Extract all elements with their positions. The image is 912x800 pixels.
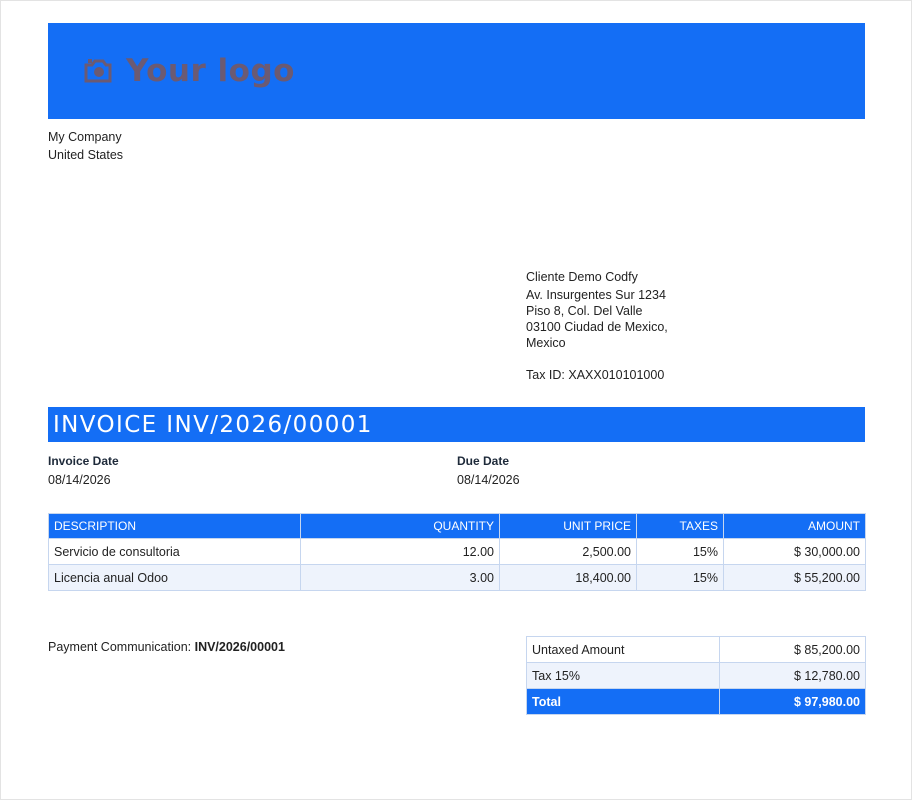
untaxed-row: Untaxed Amount $ 85,200.00 xyxy=(526,636,866,663)
line-quantity: 12.00 xyxy=(300,538,500,565)
company-country: United States xyxy=(48,148,124,162)
tax-value: $ 12,780.00 xyxy=(719,662,866,689)
payment-reference: INV/2026/00001 xyxy=(194,640,285,654)
line-taxes: 15% xyxy=(636,538,724,565)
line-quantity: 3.00 xyxy=(300,564,500,591)
invoice-date-value: 08/14/2026 xyxy=(48,473,111,487)
client-address-line: 03100 Ciudad de Mexico, xyxy=(526,320,668,334)
camera-icon xyxy=(84,59,112,83)
column-header-quantity: QUANTITY xyxy=(300,513,500,539)
client-tax-id: Tax ID: XAXX010101000 xyxy=(526,368,665,382)
logo-text: Your logo xyxy=(126,53,295,89)
client-country: Mexico xyxy=(526,336,566,350)
column-header-amount: AMOUNT xyxy=(723,513,866,539)
invoice-lines-table: DESCRIPTION QUANTITY UNIT PRICE TAXES AM… xyxy=(48,513,866,591)
invoice-title: INVOICE INV/2026/00001 xyxy=(53,411,373,438)
total-label: Total xyxy=(526,688,720,715)
untaxed-label: Untaxed Amount xyxy=(526,636,720,663)
total-value: $ 97,980.00 xyxy=(719,688,866,715)
line-unit-price: 18,400.00 xyxy=(499,564,637,591)
invoice-page: Your logo My Company United States Clien… xyxy=(0,0,912,800)
invoice-title-band: INVOICE INV/2026/00001 xyxy=(48,407,865,442)
table-row: Licencia anual Odoo 3.00 18,400.00 15% $… xyxy=(48,564,866,591)
untaxed-value: $ 85,200.00 xyxy=(719,636,866,663)
column-header-taxes: TAXES xyxy=(636,513,724,539)
due-date-block: Due Date 08/14/2026 xyxy=(457,452,520,490)
payment-label: Payment Communication: xyxy=(48,640,195,654)
tax-row: Tax 15% $ 12,780.00 xyxy=(526,662,866,689)
header-band: Your logo xyxy=(48,23,865,119)
table-row: Servicio de consultoria 12.00 2,500.00 1… xyxy=(48,538,866,565)
total-row: Total $ 97,980.00 xyxy=(526,688,866,715)
invoice-date-block: Invoice Date 08/14/2026 xyxy=(48,452,119,490)
column-header-unit-price: UNIT PRICE xyxy=(499,513,637,539)
company-address: My Company United States xyxy=(48,128,123,164)
line-amount: $ 55,200.00 xyxy=(723,564,866,591)
company-name: My Company xyxy=(48,130,122,144)
line-taxes: 15% xyxy=(636,564,724,591)
column-header-description: DESCRIPTION xyxy=(48,513,301,539)
client-address-line: Piso 8, Col. Del Valle xyxy=(526,304,643,318)
table-header-row: DESCRIPTION QUANTITY UNIT PRICE TAXES AM… xyxy=(48,513,866,539)
payment-communication: Payment Communication: INV/2026/00001 xyxy=(48,640,285,654)
due-date-label: Due Date xyxy=(457,454,510,468)
line-description: Servicio de consultoria xyxy=(48,538,301,565)
totals-table: Untaxed Amount $ 85,200.00 Tax 15% $ 12,… xyxy=(526,636,866,715)
line-description: Licencia anual Odoo xyxy=(48,564,301,591)
client-address-line: Av. Insurgentes Sur 1234 xyxy=(526,288,666,302)
line-unit-price: 2,500.00 xyxy=(499,538,637,565)
client-address: Cliente Demo Codfy Av. Insurgentes Sur 1… xyxy=(526,269,668,383)
company-logo: Your logo xyxy=(82,53,295,89)
line-amount: $ 30,000.00 xyxy=(723,538,866,565)
client-name: Cliente Demo Codfy xyxy=(526,270,638,284)
tax-label: Tax 15% xyxy=(526,662,720,689)
invoice-date-label: Invoice Date xyxy=(48,454,119,468)
due-date-value: 08/14/2026 xyxy=(457,473,520,487)
